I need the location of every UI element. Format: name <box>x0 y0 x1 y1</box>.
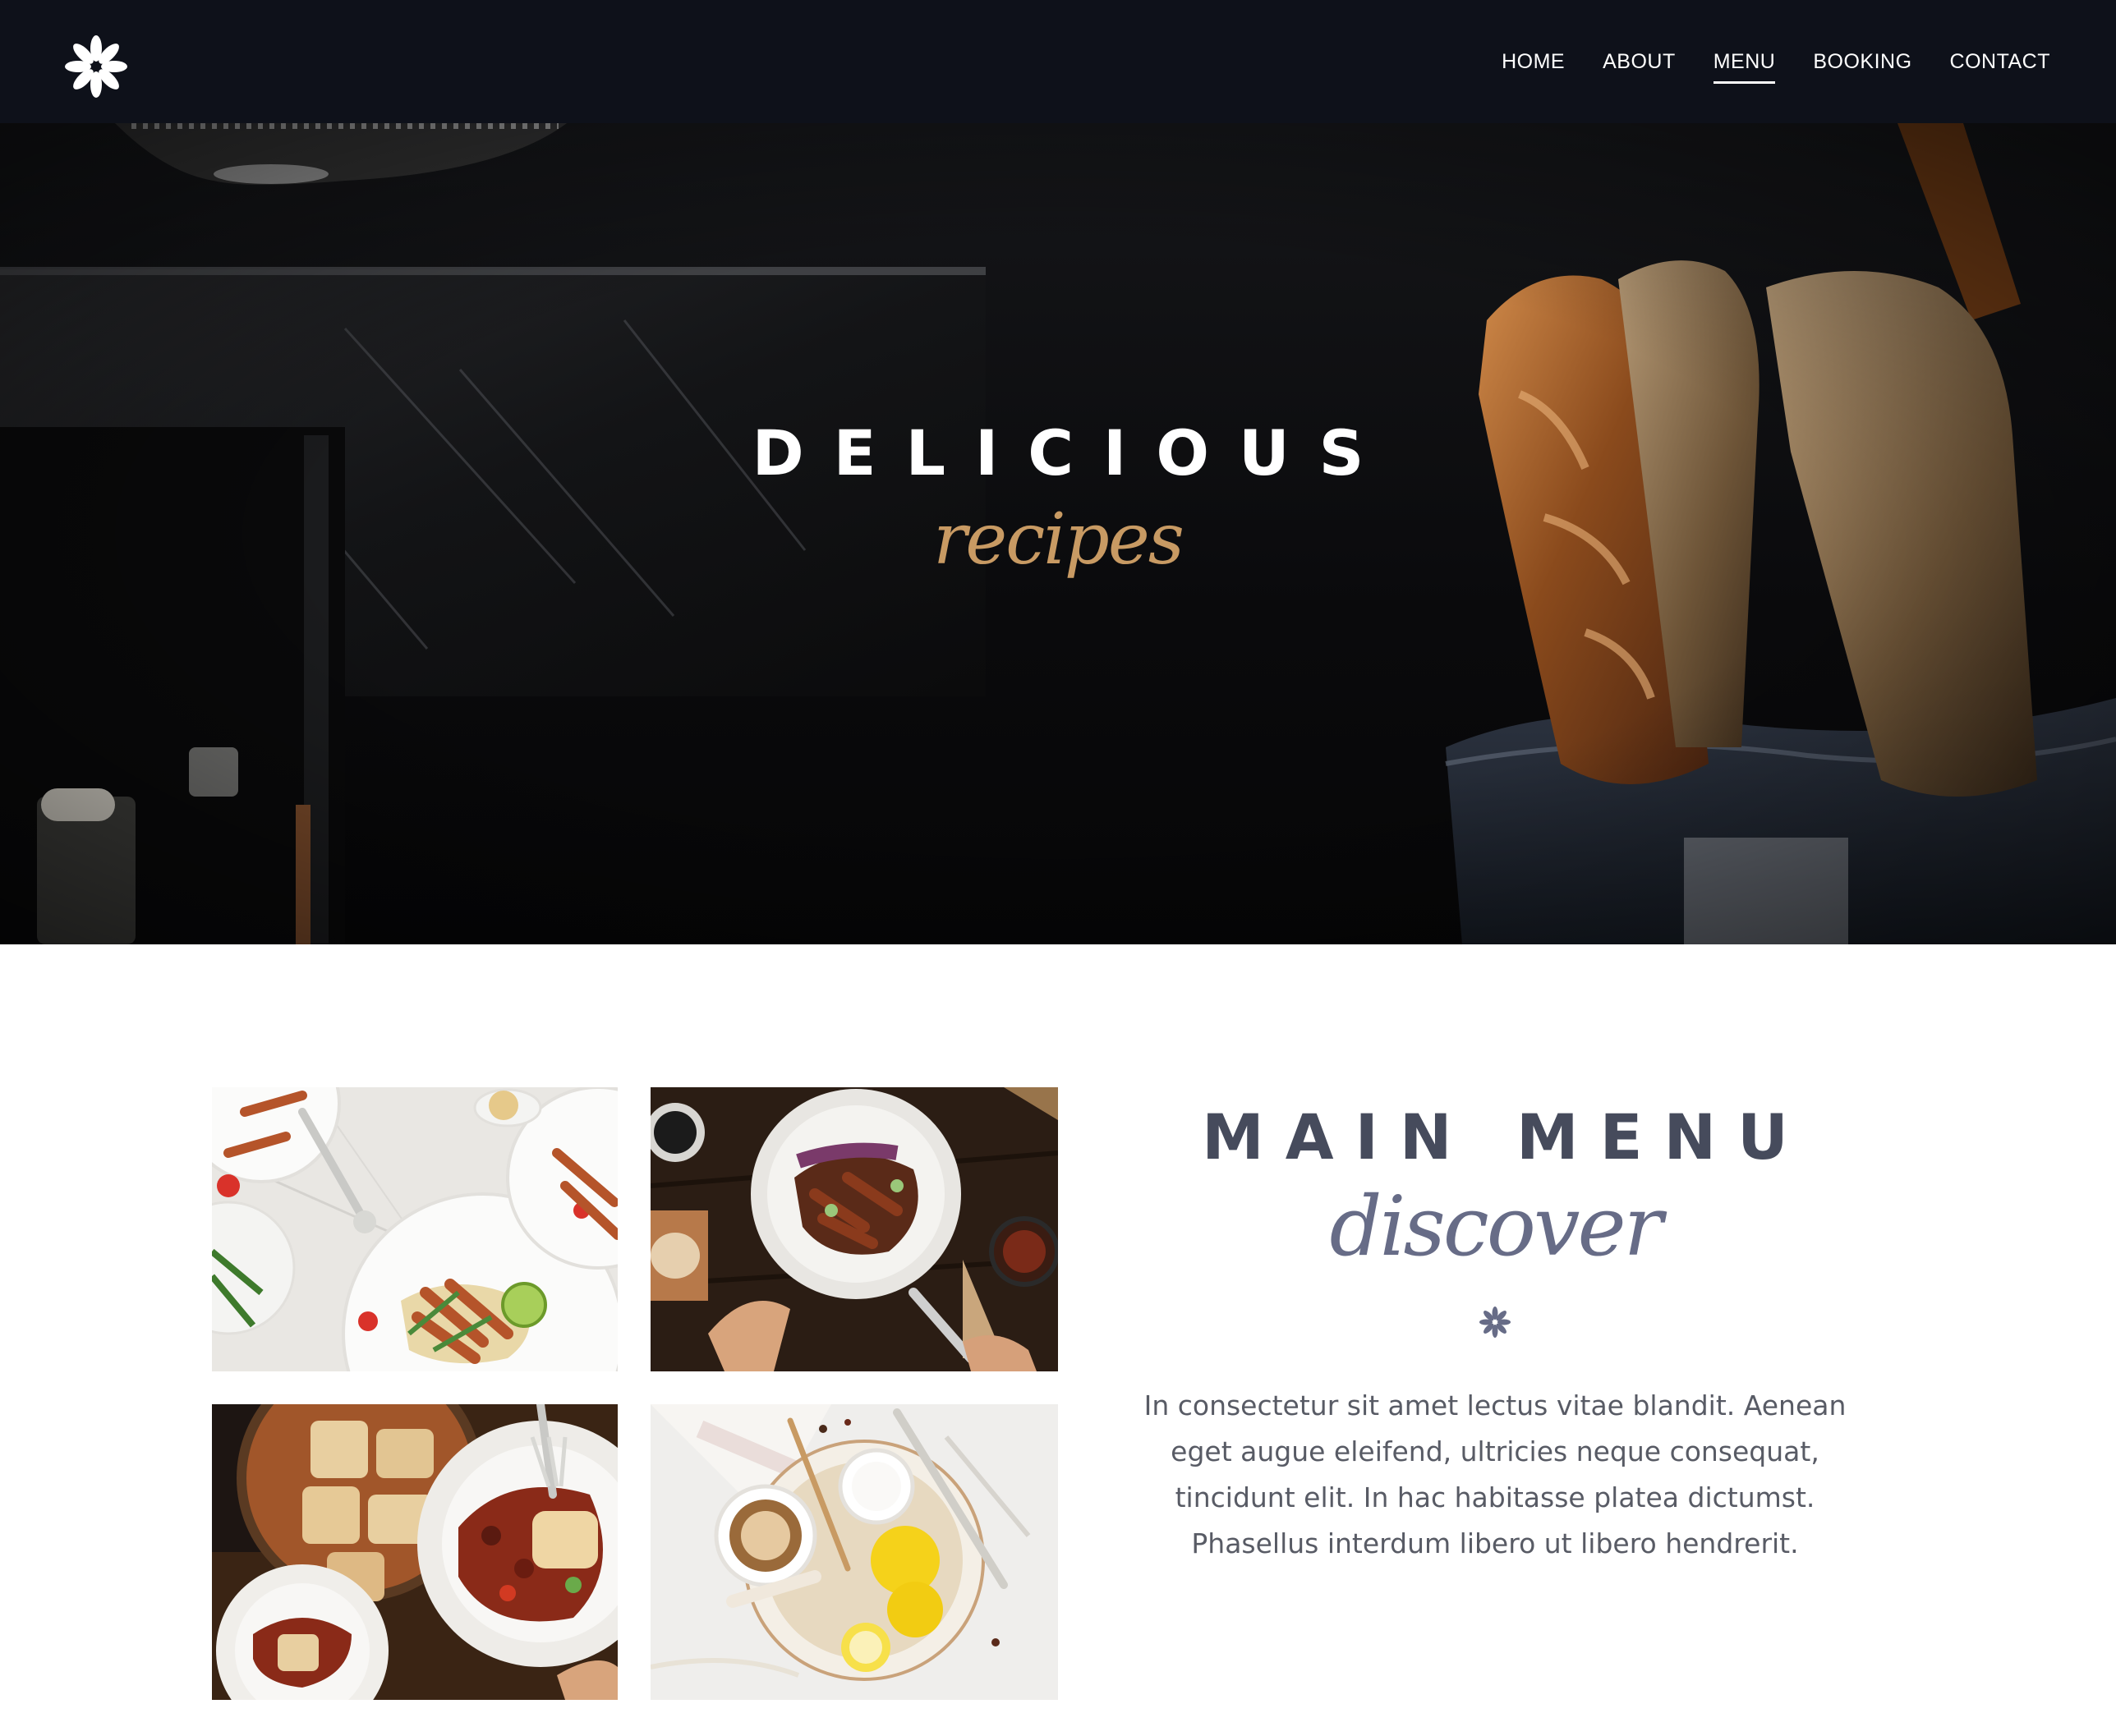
main-menu-description: In consectetur sit amet lectus vitae bla… <box>1143 1389 1847 1559</box>
main-nav: HOME ABOUT MENU BOOKING CONTACT <box>1502 0 2050 123</box>
nav-contact[interactable]: CONTACT <box>1950 42 2050 82</box>
nav-about[interactable]: ABOUT <box>1603 42 1676 82</box>
bean-stew-photo <box>212 1404 618 1700</box>
main-menu-section: MAIN MENU discover In consectetur sit am… <box>1084 1100 1906 1567</box>
asterisk-icon <box>1084 1306 1906 1345</box>
nav-booking[interactable]: BOOKING <box>1813 42 1911 82</box>
asterisk-flower-icon[interactable] <box>64 34 128 99</box>
main-menu-title: MAIN MENU <box>1202 1100 1810 1173</box>
hero-banner: DELICIOUS recipes <box>0 123 2116 944</box>
nav-home[interactable]: HOME <box>1502 42 1565 82</box>
hero-script-subtitle: recipes <box>933 498 1184 581</box>
lemon-dessert-photo <box>651 1404 1058 1700</box>
steak-bowl-photo <box>651 1087 1058 1371</box>
nav-menu[interactable]: MENU <box>1713 42 1776 84</box>
top-navigation-bar: HOME ABOUT MENU BOOKING CONTACT <box>0 0 2116 123</box>
food-gallery <box>212 1087 1058 1700</box>
salad-plates-photo <box>212 1087 618 1371</box>
main-menu-script-subtitle: discover <box>1329 1178 1663 1274</box>
hero-title: DELICIOUS <box>752 416 1394 489</box>
